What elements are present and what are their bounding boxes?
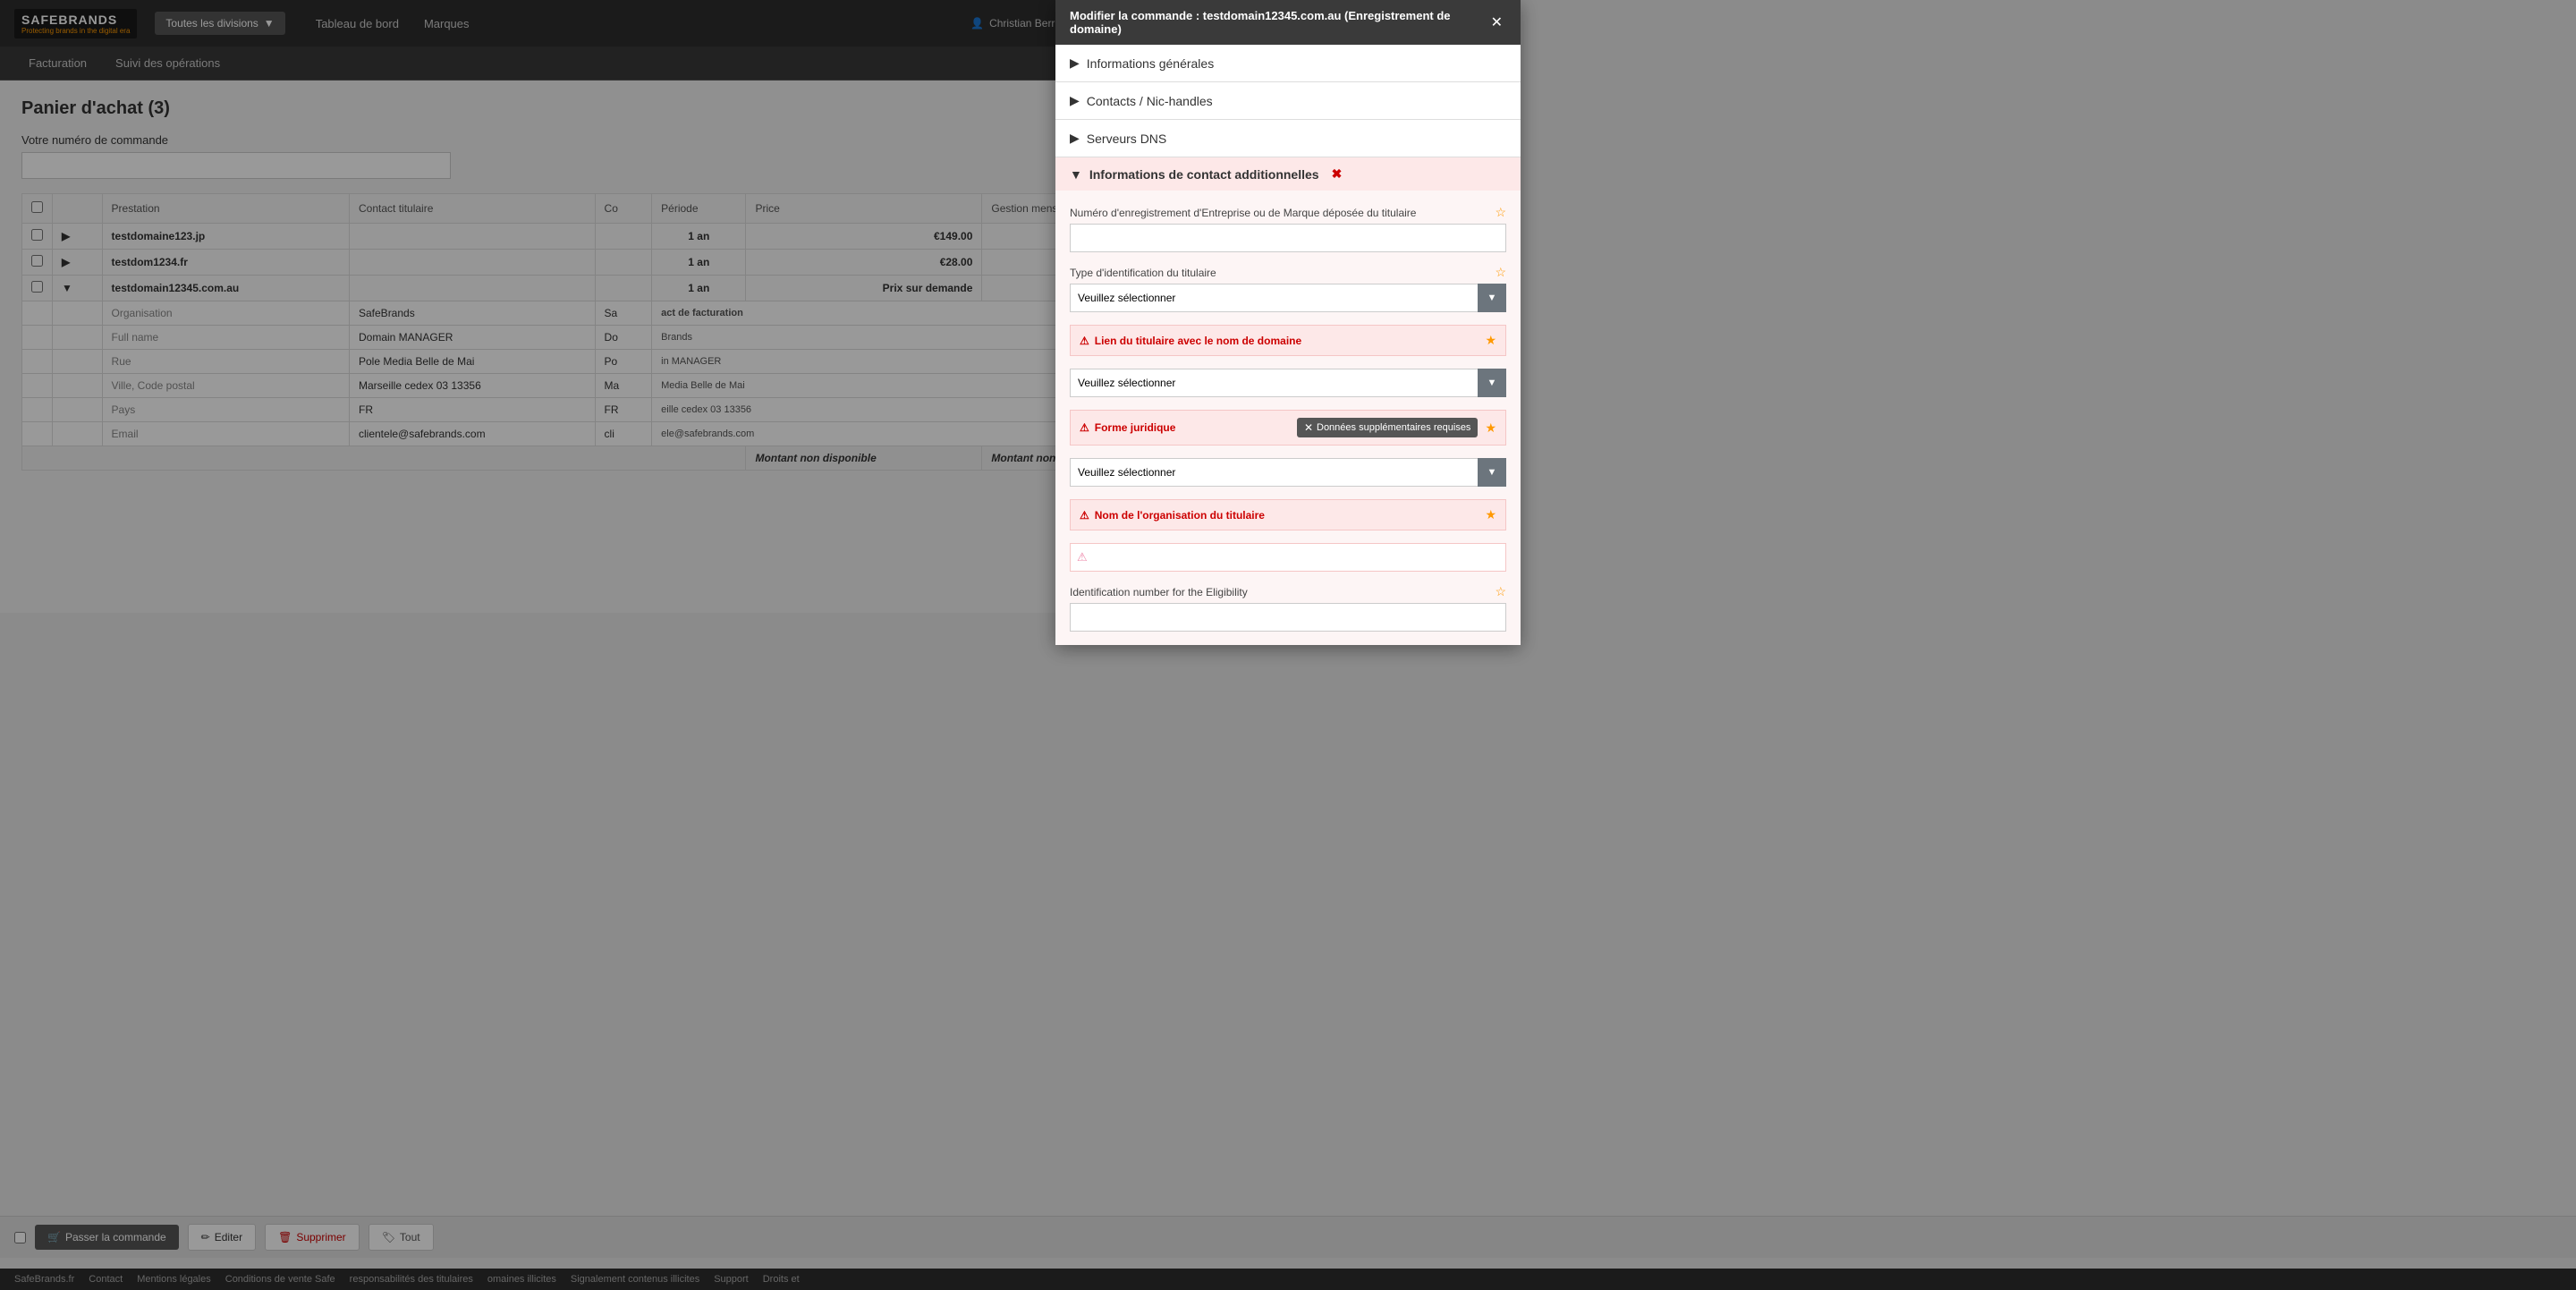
modal-body: ▶ Informations générales ▶ Contacts / Ni… [1055, 45, 1521, 645]
nom-org-warning-row: ⚠ Nom de l'organisation du titulaire ★ [1070, 499, 1506, 530]
link-titulaire-select[interactable]: Veuillez sélectionner [1070, 369, 1506, 397]
forme-juridique-warning-row: ⚠ Forme juridique ✕ Données supplémentai… [1070, 410, 1506, 446]
modal-header: Modifier la commande : testdomain12345.c… [1055, 0, 1521, 45]
accordion-dns-header[interactable]: ▶ Serveurs DNS [1055, 120, 1521, 157]
id-type-select-wrapper: Veuillez sélectionner ▼ [1070, 284, 1506, 312]
field-eligibility-type: Identification type ☆ Veuillez sélection… [1070, 644, 1506, 645]
field-id-type-label: Type d'identification du titulaire ☆ [1070, 265, 1506, 280]
link-titulaire-select-wrapper: Veuillez sélectionner ▼ [1070, 369, 1506, 397]
star-id-type-icon[interactable]: ☆ [1495, 265, 1506, 280]
nom-org-input[interactable] [1070, 543, 1506, 572]
warning-triangle2-icon: ⚠ [1080, 421, 1089, 434]
tooltip-badge: ✕ Données supplémentaires requises [1297, 418, 1479, 437]
accordion-dns-arrow: ▶ [1070, 131, 1080, 146]
field-nom-org: ⚠ Nom de l'organisation du titulaire ★ ⚠ [1070, 499, 1506, 572]
modal: Modifier la commande : testdomain12345.c… [1055, 0, 1521, 645]
accordion-contact-add: ▼ Informations de contact additionnelles… [1055, 157, 1521, 645]
field-eligibility-type-label: Identification type ☆ [1070, 644, 1506, 645]
star-nom-org-icon[interactable]: ★ [1485, 507, 1496, 522]
accordion-contact-add-label: Informations de contact additionnelles [1089, 167, 1319, 182]
accordion-general-arrow: ▶ [1070, 55, 1080, 71]
accordion-contact-add-arrow: ▼ [1070, 167, 1082, 182]
field-eligibility-number-label-text: Identification number for the Eligibilit… [1070, 586, 1248, 598]
field-eligibility-number-label: Identification number for the Eligibilit… [1070, 584, 1506, 599]
star-eligibility-number-icon[interactable]: ☆ [1495, 584, 1506, 599]
warning-triangle-icon: ⚠ [1080, 335, 1089, 347]
link-titulaire-warning-row: ⚠ Lien du titulaire avec le nom de domai… [1070, 325, 1506, 356]
field-reg-number: Numéro d'enregistrement d'Entreprise ou … [1070, 205, 1506, 252]
modal-close-button[interactable]: ✕ [1487, 13, 1506, 31]
tooltip-x-icon[interactable]: ✕ [1304, 421, 1313, 434]
accordion-general-label: Informations générales [1087, 56, 1214, 71]
star-forme-juridique-icon[interactable]: ★ [1485, 420, 1496, 436]
field-forme-juridique: ⚠ Forme juridique ✕ Données supplémentai… [1070, 410, 1506, 487]
field-reg-number-label: Numéro d'enregistrement d'Entreprise ou … [1070, 205, 1506, 220]
forme-juridique-warning-label: ⚠ Forme juridique [1080, 421, 1175, 434]
star-reg-number-icon[interactable]: ☆ [1495, 205, 1506, 220]
nom-org-input-wrapper: ⚠ [1070, 543, 1506, 572]
field-reg-number-label-text: Numéro d'enregistrement d'Entreprise ou … [1070, 207, 1416, 219]
star-eligibility-type-icon[interactable]: ☆ [1495, 644, 1506, 645]
tooltip-text: Données supplémentaires requises [1317, 422, 1470, 433]
nom-org-inner-warning-icon: ⚠ [1077, 550, 1088, 564]
eligibility-number-input[interactable] [1070, 603, 1506, 632]
reg-number-input[interactable] [1070, 224, 1506, 252]
field-link-titulaire: ⚠ Lien du titulaire avec le nom de domai… [1070, 325, 1506, 397]
star-link-titulaire-icon[interactable]: ★ [1485, 333, 1496, 348]
section-error-icon: ✖ [1332, 166, 1343, 182]
field-eligibility-number: Identification number for the Eligibilit… [1070, 584, 1506, 632]
accordion-contact-add-header[interactable]: ▼ Informations de contact additionnelles… [1055, 157, 1521, 191]
accordion-contacts: ▶ Contacts / Nic-handles [1055, 82, 1521, 120]
accordion-dns-label: Serveurs DNS [1087, 132, 1166, 146]
link-titulaire-warning-label: ⚠ Lien du titulaire avec le nom de domai… [1080, 335, 1301, 347]
accordion-general-header[interactable]: ▶ Informations générales [1055, 45, 1521, 81]
modal-title: Modifier la commande : testdomain12345.c… [1070, 9, 1487, 36]
field-id-type: Type d'identification du titulaire ☆ Veu… [1070, 265, 1506, 312]
accordion-contacts-arrow: ▶ [1070, 93, 1080, 108]
accordion-general: ▶ Informations générales [1055, 45, 1521, 82]
accordion-dns: ▶ Serveurs DNS [1055, 120, 1521, 157]
nom-org-warning-label: ⚠ Nom de l'organisation du titulaire [1080, 509, 1265, 522]
id-type-select[interactable]: Veuillez sélectionner [1070, 284, 1506, 312]
forme-juridique-select-wrapper: Veuillez sélectionner ▼ [1070, 458, 1506, 487]
accordion-contacts-label: Contacts / Nic-handles [1087, 94, 1213, 108]
forme-juridique-select[interactable]: Veuillez sélectionner [1070, 458, 1506, 487]
warning-triangle3-icon: ⚠ [1080, 509, 1089, 522]
modal-overlay: Modifier la commande : testdomain12345.c… [0, 0, 2576, 1290]
accordion-contact-add-content: Numéro d'enregistrement d'Entreprise ou … [1055, 191, 1521, 645]
field-id-type-label-text: Type d'identification du titulaire [1070, 267, 1216, 279]
accordion-contacts-header[interactable]: ▶ Contacts / Nic-handles [1055, 82, 1521, 119]
